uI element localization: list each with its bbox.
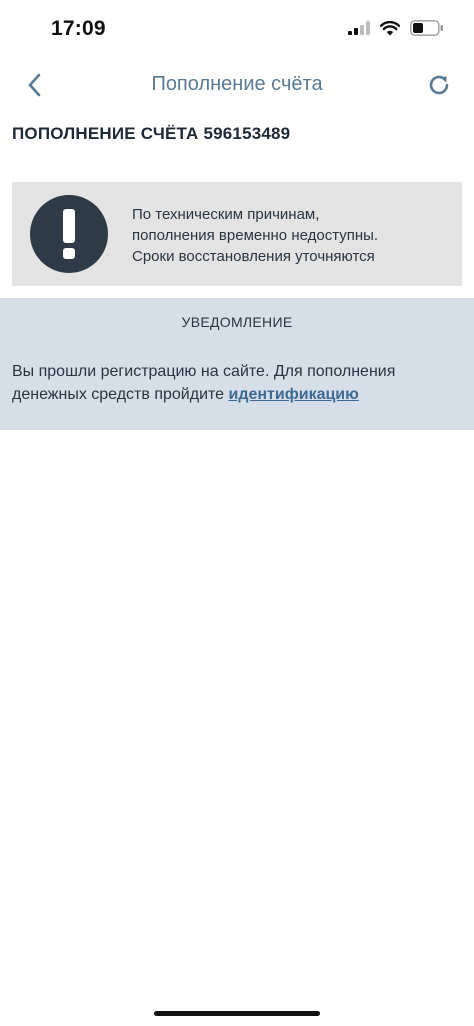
screen: 17:09 Пополнение счёта ПОПОЛНЕНИЕ СЧЁТА … xyxy=(0,0,474,1026)
refresh-button[interactable] xyxy=(424,70,454,100)
status-icons xyxy=(348,20,444,41)
notification-line: Вы прошли регистрацию на сайте. Для попо… xyxy=(12,363,396,380)
notification-title: УВЕДОМЛЕНИЕ xyxy=(181,314,293,330)
notification-text: денежных средств пройдите xyxy=(12,386,229,403)
warning-line: По техническим причинам, xyxy=(132,206,320,223)
status-time: 17:09 xyxy=(51,17,106,40)
status-bar: 17:09 xyxy=(0,0,474,62)
warning-line: пополнения временно недоступны. xyxy=(132,227,379,244)
page-heading: ПОПОЛНЕНИЕ СЧЁТА 596153489 xyxy=(12,124,291,143)
warning-message: По техническим причинам, пополнения врем… xyxy=(132,204,452,267)
notification-body: Вы прошли регистрацию на сайте. Для попо… xyxy=(12,360,467,406)
notification-panel: УВЕДОМЛЕНИЕ Вы прошли регистрацию на сай… xyxy=(0,298,474,430)
notification-line-2: денежных средств пройдите идентификацию xyxy=(12,383,467,406)
home-indicator[interactable] xyxy=(154,1011,320,1016)
battery-icon xyxy=(410,20,444,41)
exclamation-icon xyxy=(30,195,108,273)
nav-title: Пополнение счёта xyxy=(151,73,323,95)
warning-box: По техническим причинам, пополнения врем… xyxy=(12,182,462,286)
refresh-icon xyxy=(429,75,449,95)
nav-header: Пополнение счёта xyxy=(0,62,474,108)
warning-line: Сроки восстановления уточняются xyxy=(132,248,375,265)
identification-link[interactable]: идентификацию xyxy=(229,386,359,403)
cellular-signal-icon xyxy=(348,21,370,40)
wifi-icon xyxy=(379,20,401,41)
